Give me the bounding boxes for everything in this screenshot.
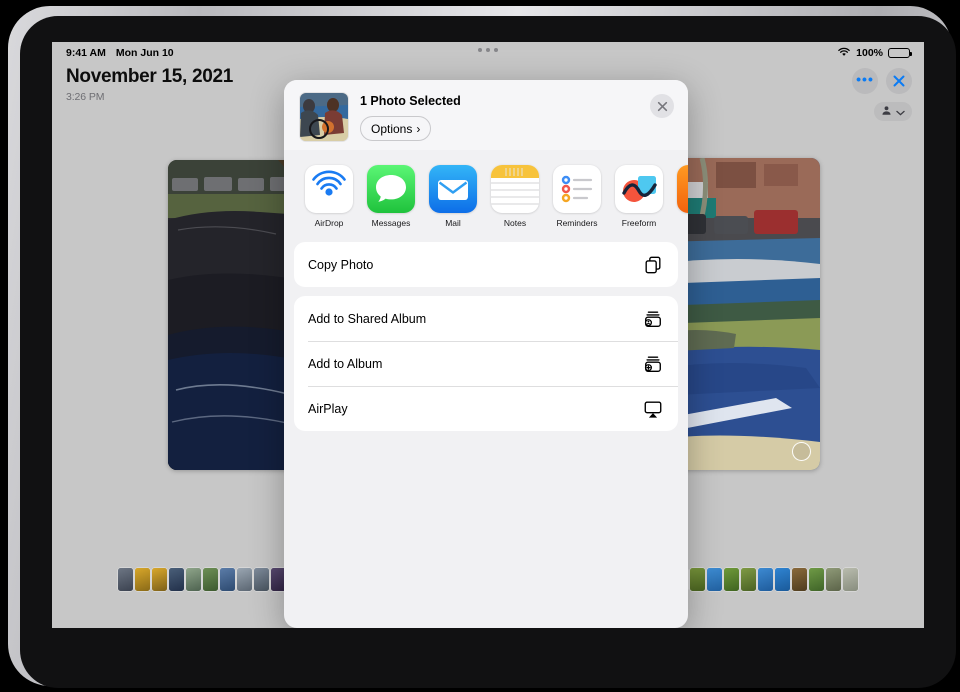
- books-icon: [677, 164, 688, 213]
- notes-icon: [491, 164, 539, 213]
- page-title: November 15, 2021: [66, 66, 234, 87]
- filmstrip-thumbnail[interactable]: [169, 567, 184, 591]
- airplay-icon: [642, 398, 664, 420]
- mail-icon: [429, 164, 477, 213]
- action-row-copy-photo[interactable]: Copy Photo: [294, 242, 678, 287]
- action-group-albums: Add to Shared Album Add to Album AirPlay: [294, 296, 678, 431]
- shared-album-icon: [642, 308, 664, 330]
- device-frame: 9:41 AM Mon Jun 10 100% November 15, 202…: [8, 6, 956, 688]
- chevron-right-icon: ›: [416, 121, 421, 136]
- chevron-down-icon: [896, 103, 905, 121]
- filmstrip-thumbnail[interactable]: [724, 567, 739, 591]
- options-label: Options: [371, 121, 413, 136]
- page-subtitle: 3:26 PM: [66, 91, 105, 103]
- filmstrip-thumbnail[interactable]: [826, 567, 841, 591]
- filmstrip-thumbnail[interactable]: [792, 567, 807, 591]
- share-sheet-thumbnail: [300, 93, 348, 141]
- filmstrip-thumbnail[interactable]: [237, 567, 252, 591]
- close-button[interactable]: [886, 68, 912, 94]
- filmstrip-thumbnail[interactable]: [707, 567, 722, 591]
- close-share-sheet-button[interactable]: [650, 94, 674, 118]
- ipad-screen: 9:41 AM Mon Jun 10 100% November 15, 202…: [52, 42, 924, 628]
- share-app-freeform[interactable]: Freeform: [608, 164, 670, 228]
- share-sheet-title: 1 Photo Selected: [360, 94, 461, 108]
- add-album-icon: [642, 353, 664, 375]
- share-app-reminders[interactable]: Reminders: [546, 164, 608, 228]
- share-sheet: 1 Photo Selected Options › AirDrop Messa…: [284, 80, 688, 628]
- reminders-icon: [553, 164, 601, 213]
- status-date: Mon Jun 10: [115, 47, 174, 59]
- share-app-mail[interactable]: Mail: [422, 164, 484, 228]
- share-app-books[interactable]: B: [670, 164, 688, 228]
- selection-circle[interactable]: [792, 442, 811, 461]
- filmstrip-thumbnail[interactable]: [809, 567, 824, 591]
- airdrop-icon: [305, 164, 353, 213]
- filmstrip-thumbnail[interactable]: [152, 567, 167, 591]
- action-row-add-to-shared-album[interactable]: Add to Shared Album: [294, 296, 678, 341]
- action-row-add-to-album[interactable]: Add to Album: [294, 341, 678, 386]
- filmstrip-thumbnail[interactable]: [254, 567, 269, 591]
- filmstrip-thumbnail[interactable]: [843, 567, 858, 591]
- filmstrip-thumbnail[interactable]: [203, 567, 218, 591]
- filmstrip-thumbnail[interactable]: [741, 567, 756, 591]
- share-actions-area: Copy Photo Add to Shared Album Add to Al…: [284, 242, 688, 628]
- action-label: AirPlay: [308, 401, 348, 416]
- freeform-icon: [615, 164, 663, 213]
- share-app-label: Mail: [445, 217, 461, 228]
- more-button[interactable]: •••: [852, 68, 878, 94]
- top-right-controls: •••: [852, 68, 912, 94]
- action-group-copy: Copy Photo: [294, 242, 678, 287]
- share-app-label: Notes: [503, 217, 527, 228]
- person-icon: [881, 103, 892, 121]
- share-app-label: AirDrop: [314, 217, 344, 228]
- action-label: Add to Album: [308, 356, 383, 371]
- share-app-airdrop[interactable]: AirDrop: [298, 164, 360, 228]
- options-button[interactable]: Options ›: [360, 116, 432, 141]
- action-label: Add to Shared Album: [308, 311, 427, 326]
- copy-icon: [642, 254, 664, 276]
- share-sheet-header: 1 Photo Selected Options ›: [284, 80, 688, 150]
- filmstrip-thumbnail[interactable]: [220, 567, 235, 591]
- action-row-airplay[interactable]: AirPlay: [294, 386, 678, 431]
- share-app-label: Reminders: [556, 217, 598, 228]
- share-apps-row[interactable]: AirDrop Messages Mail Notes Reminders Fr…: [284, 150, 688, 242]
- share-app-label: Freeform: [621, 217, 657, 228]
- filmstrip-thumbnail[interactable]: [775, 567, 790, 591]
- share-app-notes[interactable]: Notes: [484, 164, 546, 228]
- wifi-icon: [837, 47, 851, 60]
- status-bar: 9:41 AM Mon Jun 10 100%: [52, 42, 924, 64]
- header-block: November 15, 2021 3:26 PM: [66, 66, 233, 103]
- filmstrip-thumbnail[interactable]: [186, 567, 201, 591]
- filmstrip-thumbnail[interactable]: [758, 567, 773, 591]
- battery-icon: [888, 47, 913, 59]
- status-time: 9:41 AM: [66, 47, 106, 59]
- multitasking-handle[interactable]: [478, 48, 498, 52]
- filmstrip-thumbnail[interactable]: [118, 567, 133, 591]
- share-app-messages[interactable]: Messages: [360, 164, 422, 228]
- messages-icon: [367, 164, 415, 213]
- action-label: Copy Photo: [308, 257, 374, 272]
- filmstrip-thumbnail[interactable]: [135, 567, 150, 591]
- filmstrip-thumbnail[interactable]: [690, 567, 705, 591]
- share-app-label: Messages: [371, 217, 411, 228]
- battery-percent: 100%: [856, 47, 883, 59]
- account-dropdown[interactable]: [874, 102, 912, 121]
